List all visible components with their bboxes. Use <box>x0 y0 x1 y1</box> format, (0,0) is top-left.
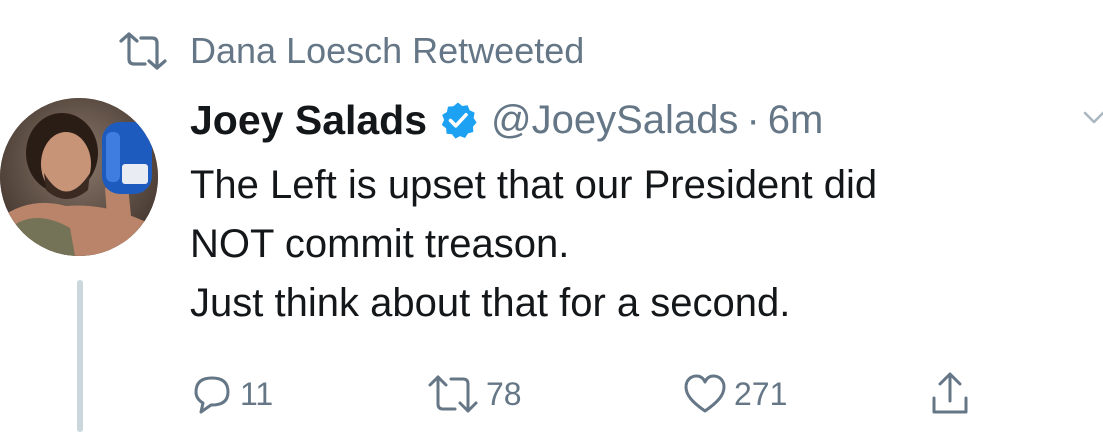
thread-line <box>77 280 83 432</box>
tweet-text-line: NOT commit treason. <box>190 222 570 266</box>
tweet-header: Joey Salads @JoeySalads · 6m <box>190 94 823 146</box>
avatar[interactable] <box>0 98 158 256</box>
tweet-text: The Left is upset that our President did… <box>190 156 1090 333</box>
tweet-text-line: The Left is upset that our President did <box>190 163 878 207</box>
heart-icon <box>682 372 728 416</box>
retweet-count: 78 <box>486 375 522 412</box>
share-button[interactable] <box>928 368 972 420</box>
user-handle[interactable]: @JoeySalads <box>491 98 738 143</box>
retweet-icon <box>426 372 480 416</box>
reply-icon <box>190 372 234 416</box>
reply-count: 11 <box>240 375 274 412</box>
retweet-context[interactable]: Dana Loesch Retweeted <box>118 28 584 74</box>
chevron-down-icon[interactable] <box>1082 108 1103 128</box>
tweet-actions: 11 78 271 <box>190 368 990 420</box>
separator-dot: · <box>746 97 760 142</box>
like-count: 271 <box>734 375 788 412</box>
tweet-timestamp[interactable]: 6m <box>768 98 824 143</box>
verified-badge-icon <box>439 101 477 139</box>
share-icon <box>928 370 972 418</box>
retweeted-by-label: Dana Loesch Retweeted <box>190 30 585 71</box>
retweet-icon <box>118 31 168 71</box>
tweet-text-line: Just think about that for a second. <box>190 281 791 325</box>
reply-button[interactable]: 11 <box>190 368 273 420</box>
display-name[interactable]: Joey Salads <box>190 97 427 144</box>
retweet-button[interactable]: 78 <box>426 368 522 420</box>
like-button[interactable]: 271 <box>682 368 787 420</box>
